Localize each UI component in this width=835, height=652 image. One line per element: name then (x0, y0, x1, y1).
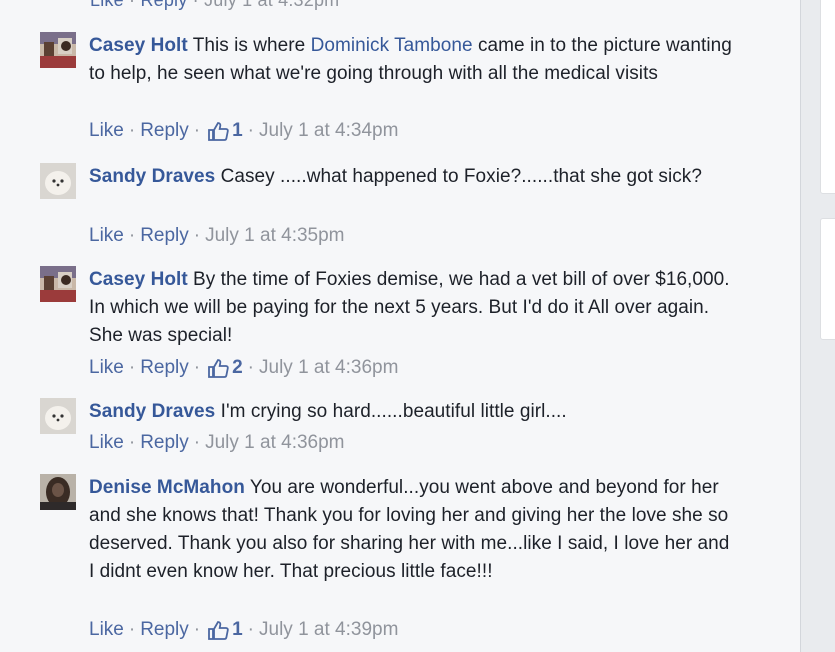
comment-timestamp[interactable]: July 1 at 4:36pm (259, 357, 398, 379)
comment-author[interactable]: Sandy Draves (89, 401, 215, 422)
reply-link[interactable]: Reply (140, 357, 189, 379)
comment-timestamp[interactable]: July 1 at 4:32pm (204, 0, 339, 10)
comment-actions: Like · Reply · 1 · July 1 at 4:39pm (89, 619, 399, 641)
comment-author[interactable]: Casey Holt (89, 35, 188, 56)
comment-actions: Like · Reply · 1 · July 1 at 4:34pm (89, 120, 399, 142)
avatar-sandy-draves[interactable] (40, 163, 76, 199)
mentioned-user[interactable]: Dominick Tambone (311, 35, 473, 56)
comment-body: Sandy Draves Casey .....what happened to… (89, 163, 739, 191)
avatar-casey-holt[interactable] (40, 266, 76, 302)
like-count[interactable]: 1 (232, 619, 243, 641)
comment-body: Casey Holt This is where Dominick Tambon… (89, 32, 739, 88)
like-link[interactable]: Like (89, 225, 124, 247)
like-link[interactable]: Like (89, 120, 124, 142)
comment-actions: Like · Reply · July 1 at 4:36pm (89, 432, 345, 454)
thumbs-up-icon[interactable] (207, 619, 229, 641)
comment-thread: Like · Reply · July 1 at 4:32pm Casey Ho… (0, 0, 801, 652)
reply-link[interactable]: Reply (140, 619, 189, 641)
comment-actions: Like · Reply · July 1 at 4:35pm (89, 225, 345, 247)
comment-text: I'm crying so hard......beautiful little… (215, 401, 567, 422)
like-link[interactable]: Like (89, 357, 124, 379)
like-count[interactable]: 2 (232, 357, 243, 379)
comment-author[interactable]: Denise McMahon (89, 477, 245, 498)
comment-body: Denise McMahon You are wonderful...you w… (89, 474, 739, 586)
comment-timestamp[interactable]: July 1 at 4:39pm (259, 619, 398, 641)
reply-link[interactable]: Reply (140, 225, 189, 247)
comment-body: Casey Holt By the time of Foxies demise,… (89, 266, 739, 350)
comment-body: Sandy Draves I'm crying so hard......bea… (89, 398, 739, 426)
previous-comment-actions: Like · Reply · July 1 at 4:32pm (90, 0, 339, 11)
comment-timestamp[interactable]: July 1 at 4:35pm (205, 225, 344, 247)
comment-actions: Like · Reply · 2 · July 1 at 4:36pm (89, 357, 399, 379)
avatar-sandy-draves[interactable] (40, 398, 76, 434)
comment-text: Casey .....what happened to Foxie?......… (215, 166, 702, 187)
comment-timestamp[interactable]: July 1 at 4:36pm (205, 432, 344, 454)
comment-author[interactable]: Casey Holt (89, 269, 188, 290)
thumbs-up-icon[interactable] (207, 120, 229, 142)
like-link[interactable]: Like (90, 0, 124, 10)
thumbs-up-icon[interactable] (207, 357, 229, 379)
side-card (820, 218, 835, 340)
reply-link[interactable]: Reply (140, 432, 189, 454)
reply-link[interactable]: Reply (140, 120, 189, 142)
comment-author[interactable]: Sandy Draves (89, 166, 215, 187)
avatar-casey-holt[interactable] (40, 32, 76, 68)
avatar-denise-mcmahon[interactable] (40, 474, 76, 510)
reply-link[interactable]: Reply (140, 0, 187, 10)
like-link[interactable]: Like (89, 432, 124, 454)
like-count[interactable]: 1 (232, 120, 243, 142)
like-link[interactable]: Like (89, 619, 124, 641)
comment-text: This is where (187, 35, 311, 56)
side-card (820, 0, 835, 194)
comment-timestamp[interactable]: July 1 at 4:34pm (259, 120, 398, 142)
